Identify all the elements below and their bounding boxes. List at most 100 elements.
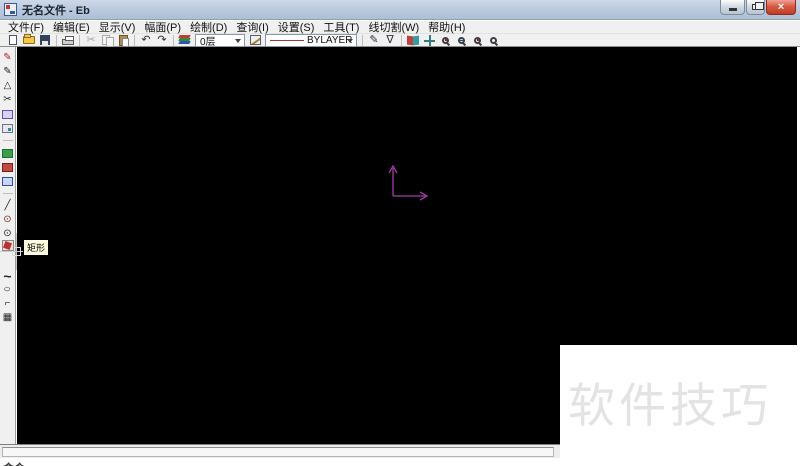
- print-button[interactable]: [60, 34, 76, 47]
- open-file-button[interactable]: [21, 34, 37, 47]
- layer-combobox-value: 0层: [200, 33, 216, 48]
- spline-tool-button[interactable]: ~: [0, 269, 16, 283]
- redo-icon: ↷: [157, 35, 166, 46]
- pan-button[interactable]: [421, 34, 437, 47]
- close-icon: ×: [778, 1, 784, 13]
- cut-button[interactable]: ✂: [83, 34, 99, 47]
- zoom-in-icon: [474, 37, 481, 44]
- command-input[interactable]: [2, 447, 554, 457]
- tooltip: 矩形: [23, 239, 49, 256]
- edit-attributes-button[interactable]: ✎: [366, 34, 382, 47]
- scissors-icon: ✂: [3, 95, 11, 105]
- toolbar-separator: [79, 35, 80, 46]
- restore-button[interactable]: [746, 0, 765, 15]
- minimize-button[interactable]: [720, 0, 745, 15]
- layers-button[interactable]: [177, 34, 193, 47]
- triangle-tool-button[interactable]: △: [0, 79, 16, 93]
- linetype-combobox[interactable]: BYLAYER: [265, 34, 357, 47]
- circle-icon: ⊙: [3, 215, 11, 225]
- close-button[interactable]: ×: [766, 0, 796, 15]
- pressed-rectangle-tool-button[interactable]: [2, 240, 14, 251]
- triangle-icon: △: [4, 81, 12, 91]
- paste-icon: [119, 35, 128, 46]
- spline-icon: ~: [3, 269, 11, 283]
- curve-pen-tool-button[interactable]: ✎: [0, 65, 16, 79]
- watermark-text: 软件技巧: [568, 367, 772, 436]
- chevron-down-icon: [235, 39, 241, 43]
- linetype-combobox-value: BYLAYER: [307, 35, 352, 46]
- curve-pen-icon: ✎: [3, 67, 11, 77]
- zoom-dynamic-button[interactable]: [437, 34, 453, 47]
- ellipse-tool-button[interactable]: ○: [0, 283, 16, 297]
- paste-button[interactable]: [115, 34, 131, 47]
- zoom-dynamic-icon: [442, 37, 449, 44]
- new-file-button[interactable]: [5, 34, 21, 47]
- redo-button[interactable]: ↷: [154, 34, 170, 47]
- zoom-out-button[interactable]: [453, 34, 469, 47]
- polyline-tool-button[interactable]: ⌐: [0, 297, 16, 311]
- chevron-down-icon: [347, 39, 353, 43]
- title-bar[interactable]: 无名文件 - Eb ×: [0, 0, 800, 20]
- pencil-icon: ✎: [369, 35, 378, 46]
- trim-tool-button[interactable]: ✂: [0, 93, 16, 107]
- app-icon: [4, 3, 17, 16]
- block-window-icon: [2, 124, 13, 133]
- toolbar-separator: [401, 35, 402, 46]
- pick-filter-button[interactable]: ∇: [382, 34, 398, 47]
- green-view-icon: [2, 149, 13, 158]
- standard-toolbar: ✂ ↶ ↷ 0层 BYLAYER ✎ ∇: [0, 34, 800, 47]
- toolbar-separator: [173, 35, 174, 46]
- minimize-icon: [729, 8, 737, 11]
- save-icon: [40, 35, 50, 45]
- copy-icon: [102, 35, 113, 45]
- toolbar-separator: [56, 35, 57, 46]
- blue-window-icon: [2, 177, 13, 186]
- arc-tool-button[interactable]: ⊙: [0, 227, 16, 241]
- zoom-out-icon: [458, 37, 465, 44]
- window-controls: ×: [720, 0, 796, 15]
- hidden-tool-slot[interactable]: [0, 255, 16, 269]
- circle-tool-button[interactable]: ⊙: [0, 213, 16, 227]
- zoom-in-button[interactable]: [469, 34, 485, 47]
- zoom-previous-icon: [490, 37, 497, 44]
- show-window-button[interactable]: [405, 34, 421, 47]
- toolbar-separator: [134, 35, 135, 46]
- pen-tool-button[interactable]: ✎: [0, 51, 16, 65]
- redraw-tool-button[interactable]: [0, 160, 16, 174]
- linetype-sample-line: [270, 40, 304, 41]
- layer-combobox[interactable]: 0层: [195, 34, 245, 47]
- line-icon: ╱: [4, 201, 10, 211]
- corner-icon: ⌐: [5, 299, 11, 309]
- red-redraw-icon: [2, 163, 13, 172]
- hatch-tool-button[interactable]: ▦: [0, 311, 16, 325]
- ellipse-icon: ○: [4, 285, 12, 295]
- pan-icon: [424, 35, 435, 46]
- menu-bar: 文件(F) 编辑(E) 显示(V) 幅面(P) 绘制(D) 查询(I) 设置(S…: [0, 21, 800, 34]
- save-button[interactable]: [37, 34, 53, 47]
- copy-button[interactable]: [99, 34, 115, 47]
- line-tool-button[interactable]: ╱: [0, 199, 16, 213]
- undo-button[interactable]: ↶: [138, 34, 154, 47]
- toolbar-separator: [362, 35, 363, 46]
- funnel-icon: ∇: [386, 35, 393, 46]
- restore-icon: [752, 4, 759, 10]
- view-tool-button[interactable]: [0, 146, 16, 160]
- open-folder-icon: [23, 36, 35, 44]
- block-tool-button[interactable]: [0, 121, 16, 135]
- purple-window-icon: [2, 110, 13, 119]
- arc-icon: ⊙: [3, 229, 11, 239]
- pen-icon: ✎: [3, 53, 11, 63]
- window-tool-button[interactable]: [0, 107, 16, 121]
- ucs-axis-icon: [385, 160, 431, 202]
- app-window: 无名文件 - Eb × 文件(F) 编辑(E) 显示(V) 幅面(P) 绘制(D…: [0, 0, 800, 466]
- hatch-icon: ▦: [3, 313, 12, 323]
- window-title: 无名文件 - Eb: [22, 2, 90, 18]
- layer-window-tool-button[interactable]: [0, 174, 16, 188]
- color-button[interactable]: [247, 34, 263, 47]
- undo-icon: ↶: [141, 35, 150, 46]
- layers-icon: [179, 35, 191, 45]
- zoom-previous-button[interactable]: [485, 34, 501, 47]
- new-file-icon: [9, 35, 17, 45]
- print-icon: [62, 39, 74, 45]
- cut-icon: ✂: [86, 35, 95, 46]
